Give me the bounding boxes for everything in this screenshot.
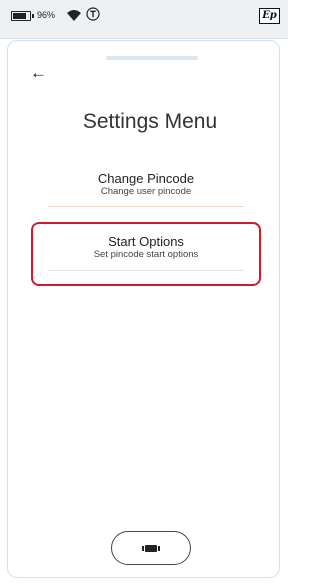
menu-item-change-pincode[interactable]: Change Pincode Change user pincode: [48, 171, 244, 207]
menu-item-start-options[interactable]: Start Options Set pincode start options: [48, 234, 244, 272]
circle-t-icon: [86, 7, 100, 21]
menu-item-title: Start Options: [108, 234, 184, 249]
home-button[interactable]: [111, 531, 191, 565]
status-bar: 96% Ep: [0, 0, 288, 39]
page-title: Settings Menu: [82, 110, 218, 133]
screen-notch: [106, 56, 198, 60]
wifi-icon: [67, 10, 81, 21]
battery-fill: [13, 13, 27, 19]
home-glyph-icon: [142, 545, 160, 552]
battery-nub: [32, 14, 34, 18]
menu-item-divider: [48, 270, 244, 271]
app-frame: 96% Ep ← Settings Menu Change Pincode Ch…: [0, 0, 288, 584]
menu-item-divider: [48, 206, 244, 207]
menu-item-subtitle: Set pincode start options: [93, 249, 199, 260]
battery-percent: 96%: [37, 10, 56, 20]
brand-logo: Ep: [259, 8, 280, 24]
back-button[interactable]: ←: [30, 64, 47, 81]
menu-item-subtitle: Change user pincode: [100, 186, 192, 197]
battery-icon: [11, 11, 34, 21]
menu-item-title: Change Pincode: [97, 171, 195, 186]
